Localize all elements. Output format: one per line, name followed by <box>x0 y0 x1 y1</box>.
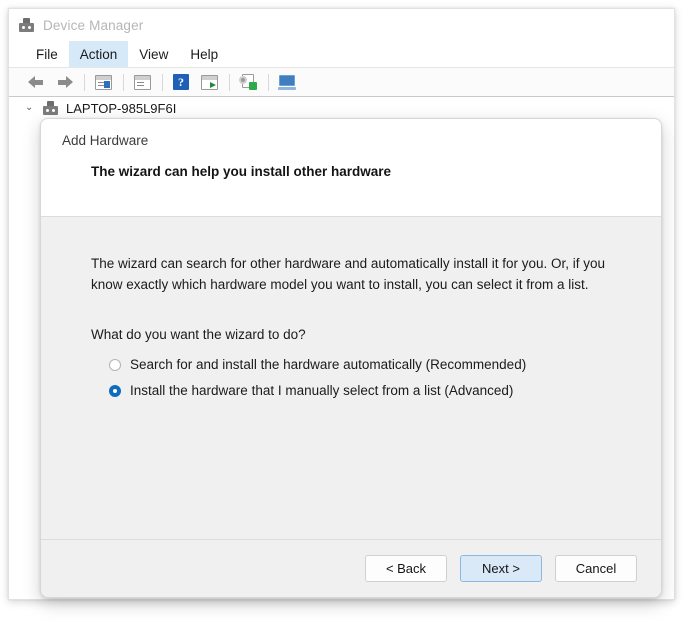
help-button[interactable]: ? <box>168 71 194 93</box>
show-hide-console-tree-button[interactable] <box>90 71 116 93</box>
back-icon <box>27 75 45 90</box>
display-devices-button[interactable] <box>274 71 300 93</box>
display-devices-icon <box>278 74 296 90</box>
back-button[interactable] <box>23 71 49 93</box>
toolbar: ? <box>9 68 674 97</box>
dialog-caption: Add Hardware <box>62 133 149 148</box>
update-driver-button[interactable] <box>196 71 222 93</box>
update-driver-icon <box>200 74 218 90</box>
dialog-heading: The wizard can help you install other ha… <box>91 164 392 179</box>
help-icon: ? <box>173 74 189 90</box>
computer-icon <box>43 101 58 115</box>
dialog-question-label: What do you want the wizard to do? <box>91 327 306 342</box>
scan-for-hardware-changes-icon <box>239 74 257 90</box>
device-manager-icon <box>19 18 34 32</box>
properties-button[interactable] <box>129 71 155 93</box>
menu-item-file[interactable]: File <box>25 41 69 67</box>
device-tree-root-row[interactable]: ⌄ LAPTOP-985L9F6I <box>9 97 674 119</box>
title-bar: Device Manager <box>9 9 674 41</box>
toolbar-separator <box>84 73 85 91</box>
window-title: Device Manager <box>43 17 144 33</box>
show-hide-console-tree-icon <box>94 74 112 90</box>
dialog-content: The wizard can search for other hardware… <box>41 217 661 539</box>
menu-item-view[interactable]: View <box>128 41 179 67</box>
menu-bar: File Action View Help <box>9 41 674 68</box>
add-hardware-dialog: Add Hardware The wizard can help you ins… <box>40 118 662 598</box>
toolbar-separator <box>123 73 124 91</box>
scan-for-hardware-changes-button[interactable] <box>235 71 261 93</box>
dialog-button-bar: < Back Next > Cancel <box>41 539 661 597</box>
radio-button-unselected-icon[interactable] <box>109 358 121 371</box>
back-button[interactable]: < Back <box>365 555 447 582</box>
menu-item-action[interactable]: Action <box>68 41 129 67</box>
toolbar-separator <box>268 73 269 91</box>
chevron-down-icon[interactable]: ⌄ <box>25 103 36 113</box>
forward-icon <box>56 75 73 90</box>
menu-item-help[interactable]: Help <box>179 41 229 67</box>
radio-option-manual-select[interactable]: Install the hardware that I manually sel… <box>109 383 513 398</box>
properties-icon <box>133 74 151 90</box>
forward-button[interactable] <box>51 71 77 93</box>
next-button[interactable]: Next > <box>460 555 542 582</box>
radio-option-label: Install the hardware that I manually sel… <box>130 383 514 398</box>
radio-option-search-automatically[interactable]: Search for and install the hardware auto… <box>109 357 526 372</box>
toolbar-separator <box>162 73 163 91</box>
cancel-button[interactable]: Cancel <box>555 555 637 582</box>
dialog-header: Add Hardware The wizard can help you ins… <box>41 119 661 217</box>
dialog-intro-text: The wizard can search for other hardware… <box>91 256 605 292</box>
device-tree-root-label: LAPTOP-985L9F6I <box>66 100 177 116</box>
radio-button-selected-icon[interactable] <box>109 384 121 397</box>
toolbar-separator <box>229 73 230 91</box>
radio-option-label: Search for and install the hardware auto… <box>130 357 527 372</box>
